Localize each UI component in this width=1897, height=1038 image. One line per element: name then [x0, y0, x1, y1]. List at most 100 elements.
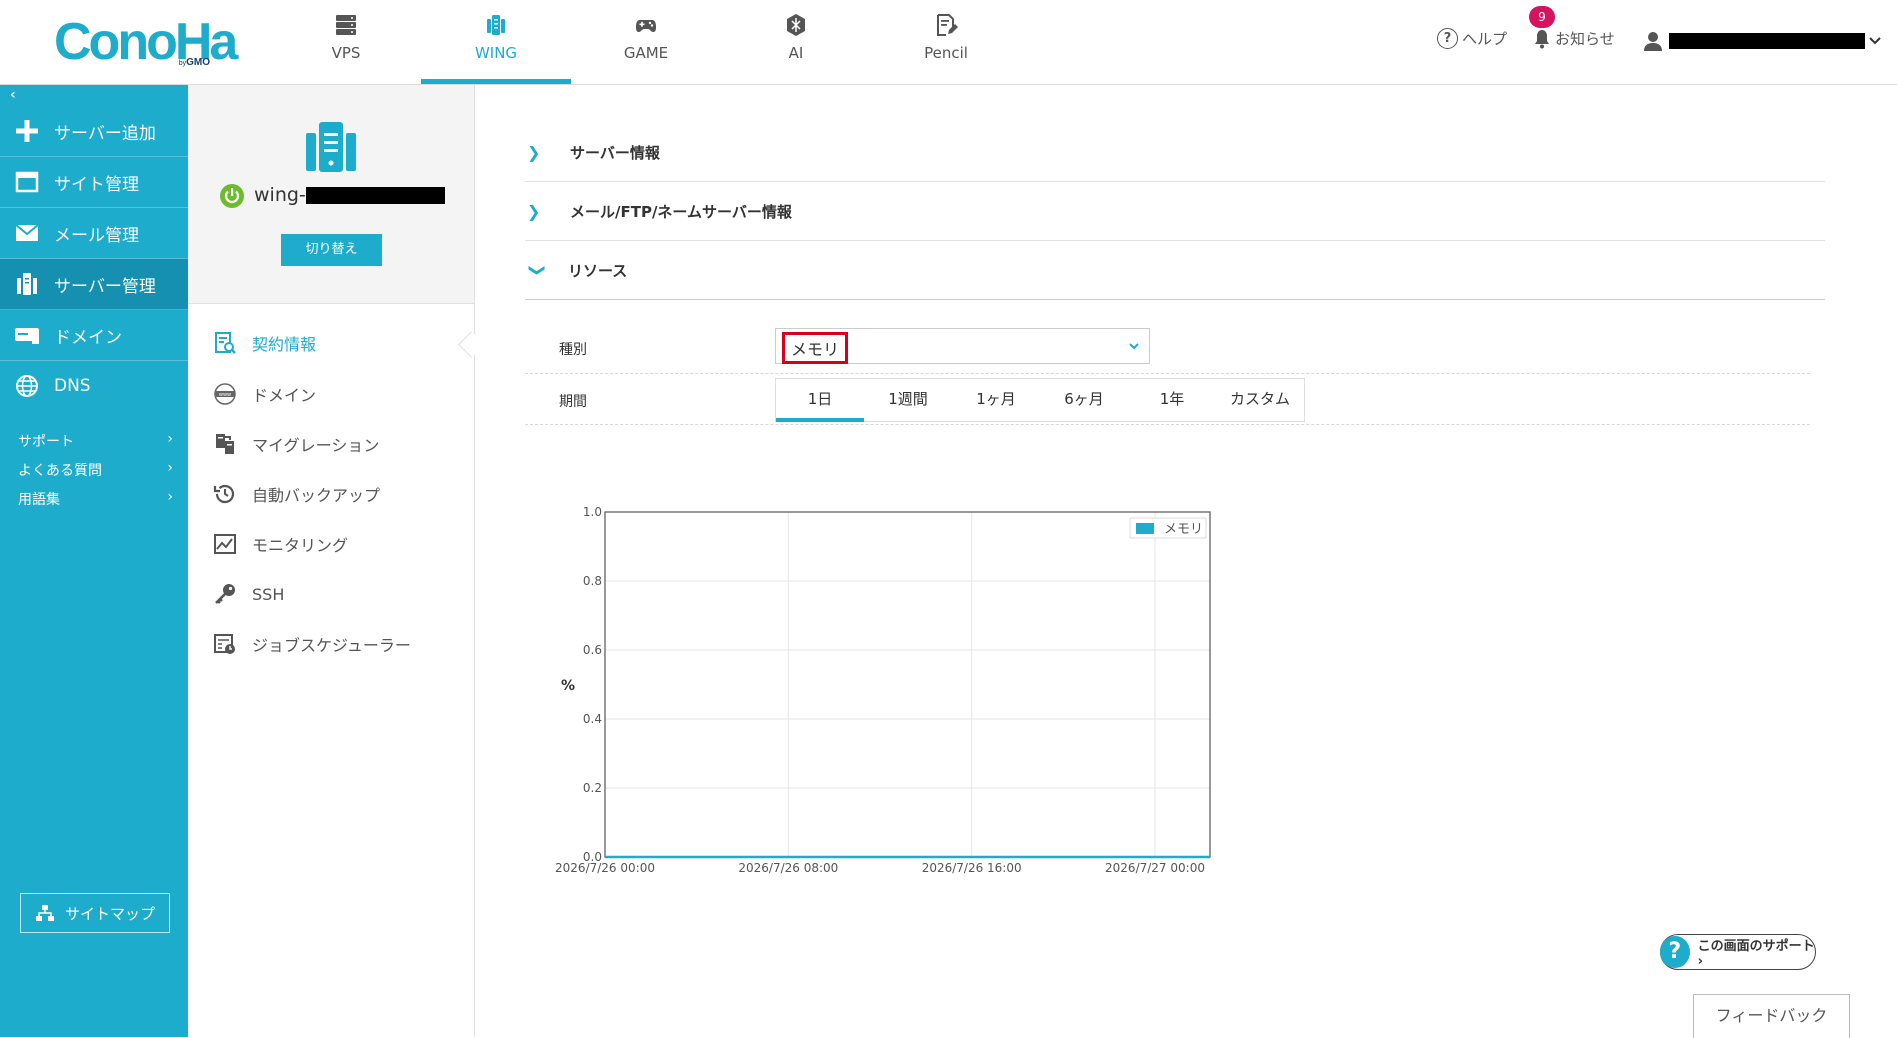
product-tab-pencil[interactable]: Pencil — [871, 0, 1021, 84]
logo-by: by — [178, 60, 187, 67]
bell-icon — [1535, 29, 1549, 48]
top-header: ConoHa byGMO VPS WING GAME AI Pencil ? ヘ… — [0, 0, 1897, 85]
product-tab-ai[interactable]: AI — [721, 0, 871, 84]
sidebar-item-label: メール管理 — [54, 225, 139, 246]
sidebar-item-site-management[interactable]: サイト管理 — [0, 157, 188, 208]
sidebar-item-server-management[interactable]: サーバー管理 — [0, 259, 188, 310]
chart-ytick-label: 0.8 — [583, 574, 602, 588]
section-server-info[interactable]: ❯ サーバー情報 — [525, 123, 1825, 182]
notice-label: お知らせ — [1555, 30, 1615, 48]
conoha-logo[interactable]: ConoHa byGMO — [54, 14, 238, 70]
chevron-right-icon: › — [167, 460, 173, 476]
sitemap-button[interactable]: サイトマップ — [20, 893, 170, 933]
feedback-button[interactable]: フィードバック — [1693, 994, 1850, 1038]
section-label: メール/FTP/ネームサーバー情報 — [570, 202, 792, 221]
type-label: 種別 — [559, 342, 587, 358]
help-link[interactable]: ? ヘルプ — [1437, 28, 1507, 49]
user-icon — [1644, 32, 1662, 51]
menu-item-label: 自動バックアップ — [252, 486, 381, 505]
type-select[interactable]: メモリ — [775, 328, 1150, 364]
sidebar-link-label: よくある質問 — [18, 463, 102, 479]
product-tab-vps[interactable]: VPS — [271, 0, 421, 84]
svg-text:www: www — [219, 392, 231, 398]
chart-ytick-label: 1.0 — [583, 505, 602, 519]
period-label: 期間 — [559, 394, 587, 410]
sidebar-item-domain[interactable]: ドメイン — [0, 310, 188, 361]
notice-link[interactable]: お知らせ — [1533, 28, 1615, 49]
sidebar-item-mail-management[interactable]: メール管理 — [0, 208, 188, 259]
period-tab-custom[interactable]: カスタム — [1216, 379, 1304, 421]
migration-icon — [212, 431, 238, 457]
help-label: ヘルプ — [1462, 30, 1508, 48]
period-tab-1year[interactable]: 1年 — [1128, 379, 1216, 421]
sidebar-item-label: DNS — [54, 376, 91, 396]
server-summary: wing- 切り替え — [188, 85, 474, 304]
ai-chip-icon — [787, 14, 805, 36]
mail-icon — [14, 221, 40, 245]
chevron-right-icon: ❯ — [527, 201, 541, 221]
sidebar-link-glossary[interactable]: 用語集 › — [18, 489, 173, 509]
menu-item-migration[interactable]: マイグレーション — [212, 429, 379, 459]
chart-legend-swatch — [1136, 523, 1154, 534]
switch-server-button[interactable]: 切り替え — [281, 234, 382, 266]
menu-item-monitoring[interactable]: モニタリング — [212, 529, 348, 559]
period-tab-1month[interactable]: 1ヶ月 — [952, 379, 1040, 421]
server-large-icon — [306, 122, 356, 172]
chart-xtick-label: 2026/7/27 00:00 — [1105, 861, 1205, 875]
product-tab-game[interactable]: GAME — [571, 0, 721, 84]
sidebar-link-label: 用語集 — [18, 492, 60, 508]
chevron-down-icon — [1869, 37, 1881, 45]
type-select-value: メモリ — [782, 332, 849, 364]
menu-item-ssh[interactable]: SSH — [212, 579, 284, 609]
user-menu[interactable] — [1643, 31, 1882, 51]
period-tab-1week[interactable]: 1週間 — [864, 379, 952, 421]
server-icon — [14, 272, 40, 296]
backup-icon — [212, 481, 238, 507]
menu-item-label: ジョブスケジューラー — [252, 636, 411, 655]
chart-ytick-label: 0.2 — [583, 781, 602, 795]
section-mail-ftp-ns-info[interactable]: ❯ メール/FTP/ネームサーバー情報 — [525, 182, 1825, 241]
sidebar-collapse-toggle[interactable]: ‹ — [10, 87, 16, 103]
pencil-doc-icon — [937, 14, 958, 36]
product-tab-label: WING — [474, 44, 518, 62]
help-question-icon: ? — [1660, 936, 1690, 968]
monitoring-icon — [212, 531, 238, 557]
chart-xtick-label: 2026/7/26 16:00 — [922, 861, 1022, 875]
scheduler-icon — [212, 631, 238, 657]
menu-item-domain[interactable]: www ドメイン — [212, 379, 316, 409]
plus-icon — [14, 119, 40, 143]
sidebar-item-dns[interactable]: DNS — [0, 361, 188, 411]
domain-icon — [14, 323, 40, 347]
gamepad-icon — [636, 20, 656, 32]
screen-support-button[interactable]: ? この画面のサポート › — [1660, 934, 1816, 970]
sidebar-link-support[interactable]: サポート › — [18, 431, 173, 451]
product-tab-label: Pencil — [924, 44, 968, 62]
sidebar-link-label: サポート — [18, 434, 74, 450]
section-label: サーバー情報 — [570, 143, 660, 162]
chevron-down-icon — [1129, 343, 1139, 350]
chart-xtick-label: 2026/7/26 08:00 — [738, 861, 838, 875]
support-label: この画面のサポート › — [1697, 939, 1815, 969]
sidebar-item-label: サーバー追加 — [54, 123, 156, 144]
menu-item-label: ドメイン — [252, 386, 317, 405]
menu-item-contract-info[interactable]: 契約情報 — [212, 328, 316, 358]
logo-gmo: GMO — [186, 57, 210, 68]
menu-item-auto-backup[interactable]: 自動バックアップ — [212, 479, 380, 509]
server-panel: wing- 切り替え 契約情報 www ドメイン マイグレーション 自動バックア… — [188, 85, 475, 1037]
product-tab-label: VPS — [331, 44, 361, 62]
chart-plot-frame — [604, 511, 1211, 858]
sidebar-item-add-server[interactable]: サーバー追加 — [0, 106, 188, 157]
sitemap-label: サイトマップ — [64, 904, 155, 923]
form-row-type: 種別 — [525, 323, 1810, 374]
period-tab-1day[interactable]: 1日 — [776, 379, 864, 422]
globe-icon — [14, 374, 40, 398]
period-tab-6months[interactable]: 6ヶ月 — [1040, 379, 1128, 421]
menu-item-job-scheduler[interactable]: ジョブスケジューラー — [212, 629, 411, 659]
sidebar-link-faq[interactable]: よくある質問 › — [18, 460, 173, 480]
section-label: リソース — [568, 261, 628, 280]
main-sidebar: ‹ サーバー追加 サイト管理 メール管理 サーバー管理 ドメイン DNS サポー… — [0, 85, 188, 1037]
product-tab-label: GAME — [623, 44, 669, 62]
section-resources[interactable]: ❯ リソース — [525, 241, 1825, 300]
power-status-icon — [220, 184, 244, 208]
product-tab-wing[interactable]: WING — [421, 0, 571, 84]
